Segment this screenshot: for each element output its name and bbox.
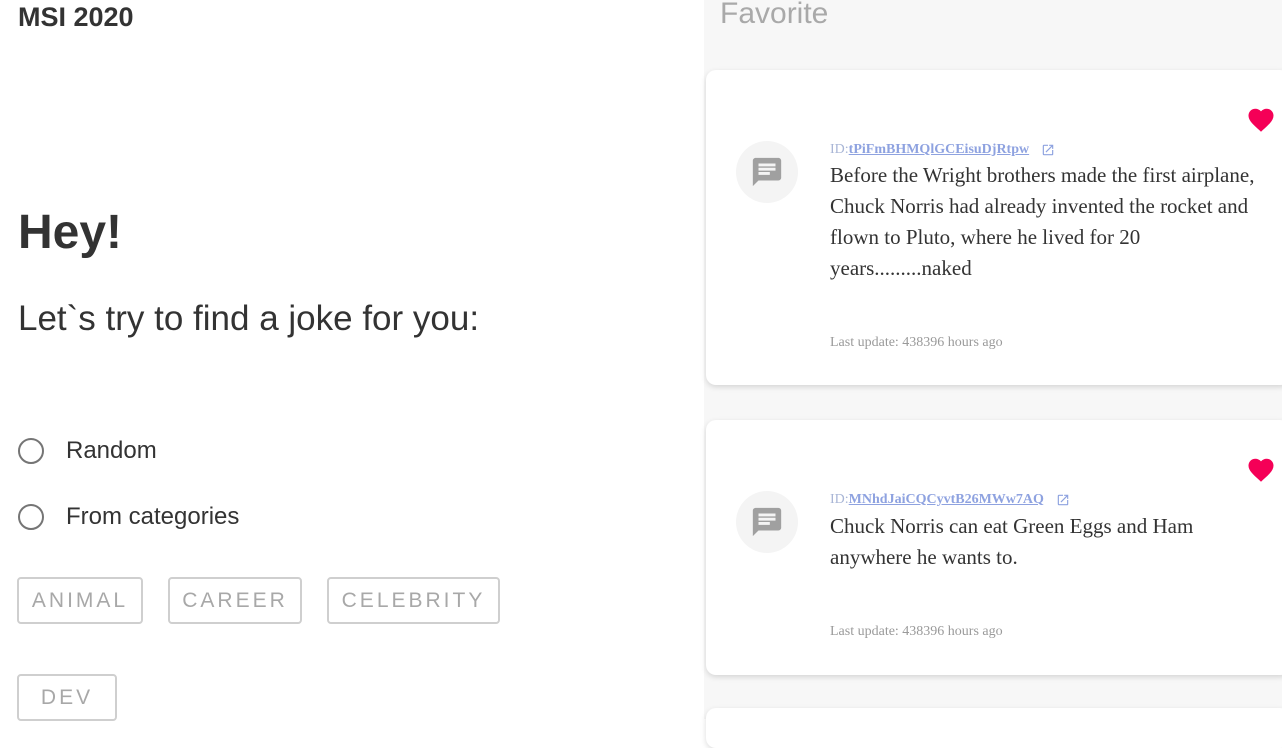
favorites-panel: Favorite ID: tPiFmBHMQlGCEisuDjRtpw Befo… (704, 0, 1282, 748)
category-button-career[interactable]: CAREER (168, 577, 302, 624)
radio-circle-icon[interactable] (18, 438, 44, 464)
radio-circle-icon[interactable] (18, 504, 44, 530)
joke-id: ID: tPiFmBHMQlGCEisuDjRtpw (830, 142, 1055, 158)
app-brand: MSI 2020 (18, 2, 134, 32)
joke-id-prefix: ID: (830, 142, 849, 157)
category-button-dev[interactable]: DEV (17, 674, 117, 721)
external-link-icon[interactable] (1041, 143, 1055, 157)
message-icon (752, 507, 782, 537)
greeting-heading: Hey! (18, 206, 123, 259)
favorite-joke-card (706, 708, 1282, 748)
radio-from-categories[interactable]: From categories (18, 503, 239, 531)
last-update: Last update: 438396 hours ago (830, 624, 1003, 639)
category-button-celebrity[interactable]: CELEBRITY (327, 577, 500, 624)
message-icon-badge (736, 491, 798, 553)
joke-text: Chuck Norris can eat Green Eggs and Ham … (830, 514, 1194, 569)
joke-id: ID: MNhdJaiCQCyvtB26MWw7AQ (830, 492, 1070, 508)
main-panel: MSI 2020 Hey! Let`s try to find a joke f… (0, 0, 704, 721)
radio-random-label: Random (66, 437, 157, 464)
heart-icon[interactable] (1244, 455, 1278, 485)
favorites-title: Favorite (720, 0, 829, 30)
external-link-icon[interactable] (1056, 493, 1070, 507)
message-icon-badge (736, 141, 798, 203)
favorite-joke-card: ID: MNhdJaiCQCyvtB26MWw7AQ Chuck Norris … (706, 420, 1282, 675)
last-update: Last update: 438396 hours ago (830, 335, 1003, 350)
favorite-joke-card: ID: tPiFmBHMQlGCEisuDjRtpw Before the Wr… (706, 70, 1282, 385)
joke-text: Before the Wright brothers made the firs… (830, 163, 1255, 280)
joke-id-prefix: ID: (830, 492, 849, 507)
joke-id-link[interactable]: tPiFmBHMQlGCEisuDjRtpw (849, 142, 1029, 158)
subtitle: Let`s try to find a joke for you: (18, 299, 480, 338)
radio-from-categories-label: From categories (66, 503, 240, 530)
heart-icon[interactable] (1244, 105, 1278, 135)
joke-id-link[interactable]: MNhdJaiCQCyvtB26MWw7AQ (849, 492, 1044, 508)
category-button-animal[interactable]: ANIMAL (17, 577, 143, 624)
message-icon (752, 157, 782, 187)
radio-random[interactable]: Random (18, 437, 157, 465)
